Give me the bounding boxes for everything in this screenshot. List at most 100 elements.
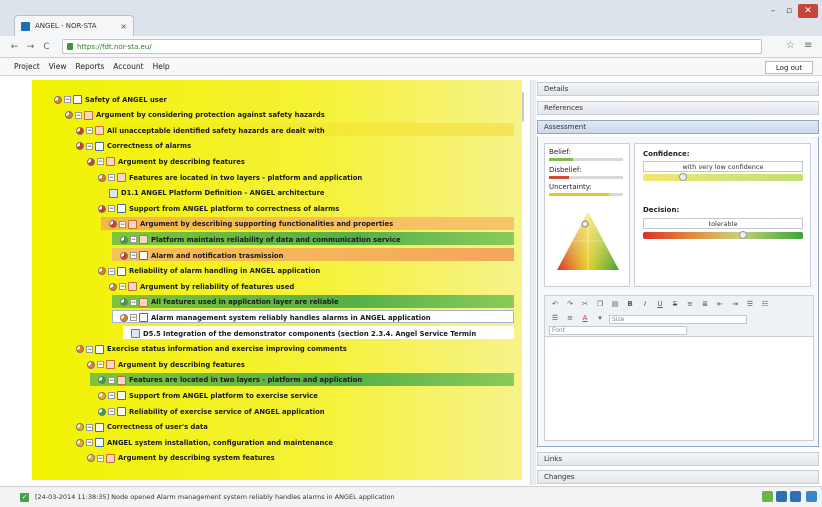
status-icon-blue-1[interactable]: [776, 491, 787, 502]
decision-slider-thumb[interactable]: [739, 231, 747, 239]
tree-scrollbar[interactable]: [522, 92, 524, 122]
logout-button[interactable]: Log out: [765, 61, 813, 74]
collapse-toggle-icon[interactable]: −: [130, 314, 137, 322]
tree-node[interactable]: − Argument by describing features: [87, 358, 245, 371]
collapse-toggle-icon[interactable]: −: [119, 283, 126, 291]
outdent-icon[interactable]: ⇤: [714, 300, 726, 310]
undo-icon[interactable]: ↶: [549, 300, 561, 310]
font-color-button[interactable]: A: [579, 314, 591, 324]
collapse-toggle-icon[interactable]: −: [130, 252, 137, 259]
menu-view[interactable]: View: [49, 62, 67, 71]
size-select[interactable]: Size: [609, 314, 747, 324]
comment-editor[interactable]: [544, 337, 814, 441]
collapse-toggle-icon[interactable]: −: [64, 96, 71, 103]
tree-node[interactable]: − Argument by describing supporting funct…: [109, 218, 393, 231]
section-references[interactable]: References: [537, 101, 819, 115]
panel-splitter[interactable]: [530, 80, 536, 485]
align-left-icon[interactable]: ≡: [684, 300, 696, 310]
tree-node[interactable]: − Features are located in two layers - pl…: [98, 374, 362, 387]
collapse-toggle-icon[interactable]: −: [108, 205, 115, 213]
bold-button[interactable]: B: [624, 300, 636, 310]
menu-reports[interactable]: Reports: [75, 62, 104, 71]
browser-menu-icon[interactable]: ≡: [804, 40, 812, 51]
tree-node[interactable]: D5.5 Integration of the demonstrator com…: [131, 327, 476, 340]
list-number-icon[interactable]: ☷: [759, 300, 771, 310]
tree-node[interactable]: − Alarm and notification trasmission: [120, 249, 283, 262]
tree-node[interactable]: − Features are located in two layers - pl…: [98, 171, 362, 184]
collapse-toggle-icon[interactable]: −: [108, 174, 115, 181]
align-center-icon[interactable]: ≣: [699, 300, 711, 310]
collapse-toggle-icon[interactable]: −: [97, 454, 104, 462]
tree-node[interactable]: − Platform maintains reliability of data …: [120, 233, 401, 246]
minimize-button[interactable]: –: [766, 4, 780, 18]
section-details[interactable]: Details: [537, 82, 819, 96]
tree-node[interactable]: − Correctness of alarms: [76, 140, 191, 153]
section-links[interactable]: Links: [537, 452, 819, 466]
collapse-toggle-icon[interactable]: −: [86, 345, 93, 353]
redo-icon[interactable]: ↷: [564, 300, 576, 310]
tree-node[interactable]: − Argument by reliability of features use…: [109, 280, 294, 293]
collapse-toggle-icon[interactable]: −: [97, 158, 104, 166]
back-icon[interactable]: ←: [8, 42, 21, 52]
collapse-toggle-icon[interactable]: −: [108, 392, 115, 400]
menu-help[interactable]: Help: [153, 62, 170, 71]
reload-icon[interactable]: C: [40, 42, 53, 52]
tree-node[interactable]: − ANGEL system installation, configuratio…: [76, 436, 333, 449]
browser-tab[interactable]: ANGEL - NOR-STA ×: [14, 15, 134, 36]
collapse-toggle-icon[interactable]: −: [119, 220, 126, 228]
tree-node[interactable]: − Correctness of user's data: [76, 421, 208, 434]
opinion-triangle[interactable]: [555, 210, 621, 272]
confidence-slider-thumb[interactable]: [679, 173, 687, 181]
underline-button[interactable]: U: [654, 300, 666, 310]
tree-node[interactable]: − Argument by considering protection agai…: [65, 109, 325, 122]
strike-button[interactable]: S: [669, 300, 681, 310]
collapse-toggle-icon[interactable]: −: [86, 439, 93, 447]
font-select[interactable]: Font: [549, 326, 687, 335]
tree-node[interactable]: − Exercise status information and exercis…: [76, 343, 347, 356]
close-window-button[interactable]: ✕: [798, 4, 818, 18]
menu-project[interactable]: Project: [14, 62, 40, 71]
tree-node[interactable]: − Safety of ANGEL user: [54, 93, 167, 106]
tree-node[interactable]: − Alarm management system reliably handle…: [120, 311, 431, 324]
collapse-toggle-icon[interactable]: −: [86, 127, 93, 135]
tree-node[interactable]: − Reliability of alarm handling in ANGEL …: [98, 265, 320, 278]
list-icon[interactable]: ☰: [549, 314, 561, 324]
justify-icon[interactable]: ≡: [564, 314, 576, 324]
tree-node[interactable]: − Argument by describing system features: [87, 452, 275, 465]
collapse-toggle-icon[interactable]: −: [130, 298, 137, 306]
tab-close-icon[interactable]: ×: [120, 22, 127, 31]
maximize-button[interactable]: ▫: [782, 4, 796, 18]
bookmark-star-icon[interactable]: ☆: [786, 40, 795, 51]
paste-icon[interactable]: ▤: [609, 300, 621, 310]
italic-button[interactable]: I: [639, 300, 651, 310]
section-changes[interactable]: Changes: [537, 470, 819, 484]
list-bullet-icon[interactable]: ☰: [744, 300, 756, 310]
status-icon-blue-3[interactable]: [806, 491, 817, 502]
collapse-toggle-icon[interactable]: −: [86, 142, 93, 150]
tree-node[interactable]: − Argument by describing features: [87, 155, 245, 168]
collapse-toggle-icon[interactable]: −: [108, 267, 115, 275]
tree-node[interactable]: − Support from ANGEL platform to correctn…: [98, 202, 339, 215]
tree-node[interactable]: − All unacceptable identified safety haza…: [76, 124, 325, 137]
collapse-toggle-icon[interactable]: −: [108, 408, 115, 415]
cut-icon[interactable]: ✂: [579, 300, 591, 310]
collapse-toggle-icon[interactable]: −: [75, 111, 82, 119]
collapse-toggle-icon[interactable]: −: [130, 236, 137, 244]
status-icon-green[interactable]: [762, 491, 773, 502]
indent-icon[interactable]: ⇥: [729, 300, 741, 310]
confidence-slider[interactable]: [643, 174, 803, 181]
tree-node[interactable]: − All features used in application layer …: [120, 296, 339, 309]
tree-node[interactable]: − Support from ANGEL platform to exercise…: [98, 389, 318, 402]
status-icon-blue-2[interactable]: [790, 491, 801, 502]
tree-node[interactable]: − Reliability of exercise service of ANGE…: [98, 405, 325, 418]
section-assessment[interactable]: Assessment: [537, 120, 819, 134]
menu-account[interactable]: Account: [113, 62, 143, 71]
collapse-toggle-icon[interactable]: −: [86, 423, 93, 431]
decision-slider[interactable]: [643, 232, 803, 239]
chevron-down-icon[interactable]: ▾: [594, 314, 606, 324]
url-field[interactable]: https://fdt.nor-sta.eu/: [62, 39, 762, 54]
copy-icon[interactable]: ❐: [594, 300, 606, 310]
forward-icon[interactable]: →: [24, 42, 37, 52]
tree-node[interactable]: D1.1 ANGEL Platform Definition - ANGEL a…: [109, 187, 325, 200]
collapse-toggle-icon[interactable]: −: [108, 376, 115, 384]
